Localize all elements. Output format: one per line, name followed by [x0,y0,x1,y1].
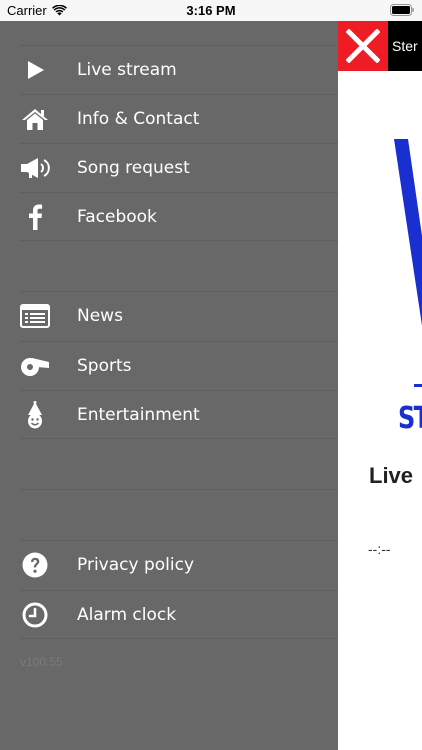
player-header: Ster [388,21,422,71]
clown-icon [20,400,50,430]
menu-divider [20,489,338,490]
menu-divider [20,638,338,639]
menu-item-news[interactable]: News [20,292,338,340]
menu-divider [20,240,338,241]
menu-item-privacy-policy[interactable]: Privacy policy [20,541,338,589]
close-icon [346,29,380,63]
menu-item-label: Sports [77,355,132,376]
battery-icon [390,4,414,16]
playback-time: --:-- [368,541,391,557]
menu-item-label: Privacy policy [77,555,194,575]
menu-item-info-contact[interactable]: Info & Contact [20,94,338,142]
menu-item-label: Alarm clock [77,604,177,625]
megaphone-icon [20,153,50,183]
main-content: Ster ST Live --:-- [338,21,422,750]
menu-item-label: Entertainment [77,404,200,425]
navigation-drawer: Live stream Info & Contact Song request [0,21,338,750]
menu-divider [20,438,338,439]
menu-item-entertainment[interactable]: Entertainment [20,390,338,438]
close-button[interactable] [338,21,388,71]
facebook-icon [20,202,50,232]
menu-item-facebook[interactable]: Facebook [20,192,338,240]
newspaper-icon [20,301,50,331]
menu-item-label: Facebook [77,206,157,227]
question-icon [20,550,50,580]
whistle-icon [20,351,50,381]
logo-text: ST [398,401,422,436]
menu-item-label: Info & Contact [77,108,200,129]
station-title: Live [369,463,414,488]
home-icon [20,104,50,134]
menu-item-label: News [77,306,123,326]
menu-item-song-request[interactable]: Song request [20,143,338,191]
status-bar: Carrier 3:16 PM [0,0,422,21]
play-icon [20,55,50,85]
menu-item-label: Live stream [77,59,177,80]
menu-item-alarm-clock[interactable]: Alarm clock [20,590,338,638]
menu-item-sports[interactable]: Sports [20,341,338,389]
menu-item-label: Song request [77,157,190,178]
menu-item-live-stream[interactable]: Live stream [20,45,338,93]
app-version: v100.55 [20,655,63,669]
header-text: Ster [392,38,418,54]
clock-icon [20,600,50,630]
status-time: 3:16 PM [186,3,236,18]
